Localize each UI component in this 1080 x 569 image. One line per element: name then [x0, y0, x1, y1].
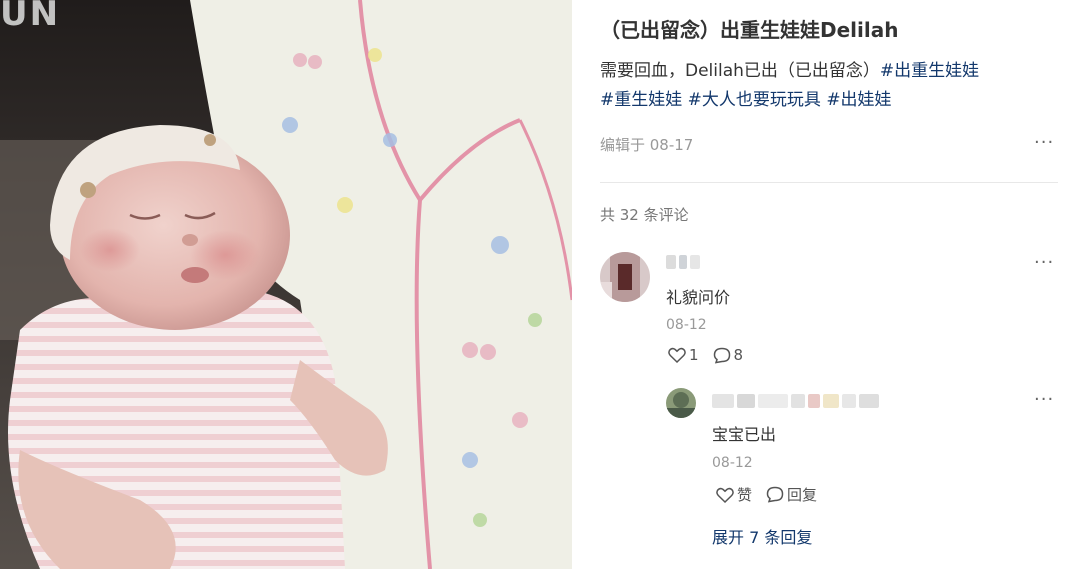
section-divider: [600, 182, 1058, 183]
commenter-name-blurred[interactable]: [666, 255, 700, 269]
post-detail-panel: （已出留念）出重生娃娃Delilah 需要回血，Delilah已出（已出留念）#…: [572, 0, 1080, 569]
more-dots-icon[interactable]: ···: [1034, 391, 1054, 409]
reply-button[interactable]: 8: [713, 346, 744, 364]
like-button[interactable]: 1: [668, 346, 699, 364]
heart-outline-icon: [716, 487, 734, 503]
speech-bubble-icon: [713, 347, 730, 363]
more-dots-icon[interactable]: ···: [1034, 134, 1054, 152]
expand-replies-link[interactable]: 展开 7 条回复: [712, 524, 812, 548]
post-description-text: 需要回血，Delilah已出（已出留念）: [600, 61, 880, 81]
avatar-image: [666, 388, 696, 418]
avatar-image: [600, 252, 650, 302]
reply-actions: 赞 回复: [716, 484, 831, 505]
reply-button[interactable]: 回复: [766, 484, 817, 505]
reborn-doll-photo: [0, 0, 572, 569]
like-label: 赞: [737, 486, 753, 504]
reply-count: 8: [733, 346, 744, 364]
hashtag-link[interactable]: #重生娃娃: [600, 90, 682, 110]
hashtag-link[interactable]: #出娃娃: [826, 90, 891, 110]
comment-date: 08-12: [666, 317, 707, 333]
reply-label: 回复: [787, 486, 818, 504]
comment-actions: 1 8: [668, 346, 757, 364]
post-description: 需要回血，Delilah已出（已出留念）#出重生娃娃 #重生娃娃 #大人也要玩玩…: [600, 57, 1070, 115]
post-photo[interactable]: UN: [0, 0, 572, 569]
comment-text: 礼貌问价: [666, 288, 731, 307]
like-button[interactable]: 赞: [716, 484, 752, 505]
edited-date: 编辑于 08-17: [600, 136, 694, 154]
post-title: （已出留念）出重生娃娃Delilah: [600, 18, 899, 42]
replier-avatar[interactable]: [666, 388, 696, 418]
more-dots-icon[interactable]: ···: [1034, 254, 1054, 272]
commenter-avatar[interactable]: [600, 252, 650, 302]
comment-count: 共 32 条评论: [600, 206, 689, 224]
replier-name-blurred[interactable]: [712, 394, 879, 408]
hashtag-link[interactable]: #大人也要玩玩具: [688, 90, 821, 110]
reply-text: 宝宝已出: [712, 425, 777, 444]
hashtag-link[interactable]: #出重生娃娃: [880, 61, 979, 81]
heart-outline-icon: [668, 347, 686, 363]
photo-watermark-text: UN: [0, 0, 61, 34]
reply-date: 08-12: [712, 455, 753, 471]
speech-bubble-icon: [766, 486, 784, 503]
like-count: 1: [689, 346, 699, 364]
